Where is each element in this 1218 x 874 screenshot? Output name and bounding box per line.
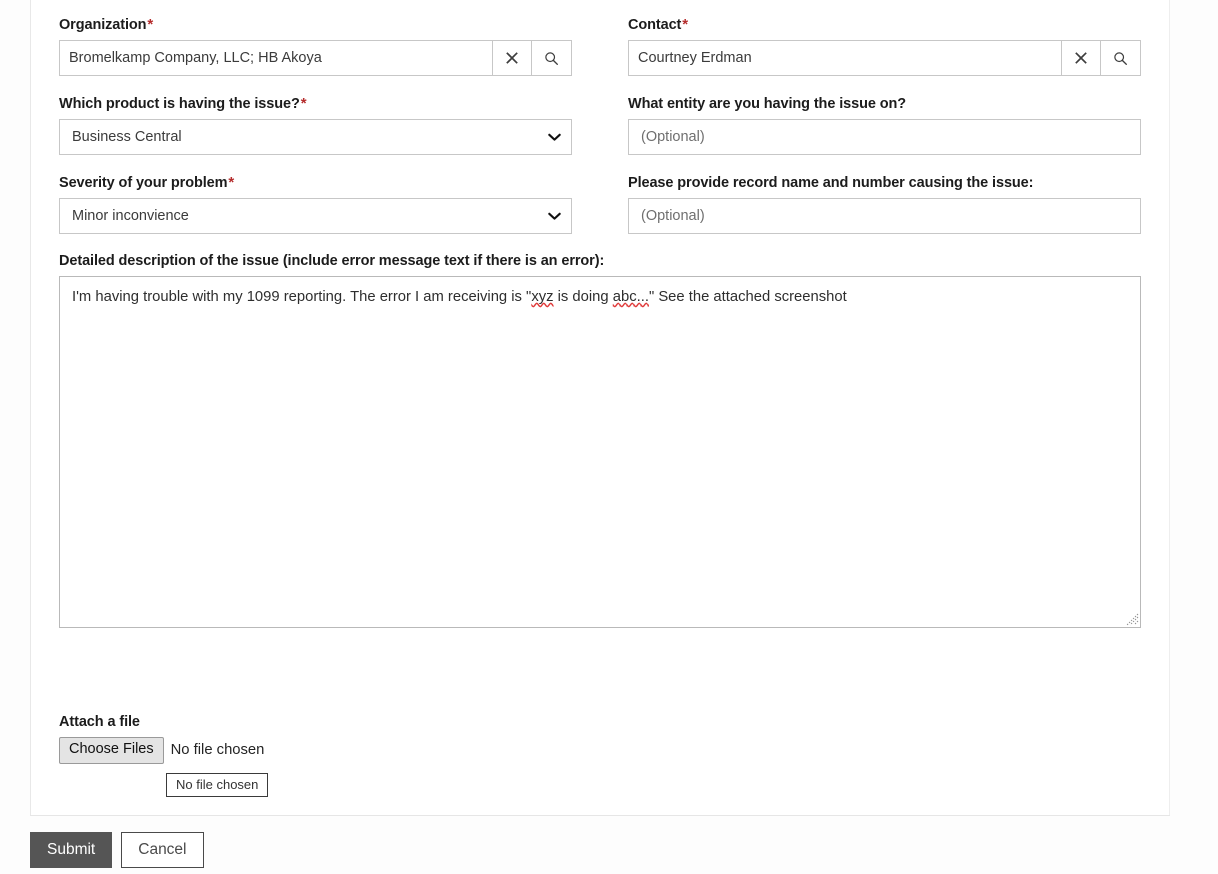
entity-input[interactable] <box>628 119 1141 155</box>
label-entity: What entity are you having the issue on? <box>628 95 1141 112</box>
field-record: Please provide record name and number ca… <box>628 174 1141 234</box>
organization-input[interactable] <box>59 40 492 76</box>
form-footer: Submit Cancel <box>30 815 1170 874</box>
contact-clear-button[interactable] <box>1061 40 1101 76</box>
required-indicator-entity <box>906 95 907 112</box>
field-severity: Severity of your problem* Minor inconvie… <box>59 174 572 234</box>
choose-files-button[interactable]: Choose Files <box>59 737 164 764</box>
required-indicator-product: * <box>300 95 307 112</box>
required-indicator-organization: * <box>147 16 154 33</box>
label-organization: Organization* <box>59 16 572 33</box>
label-organization-text: Organization <box>59 17 147 33</box>
organization-clear-button[interactable] <box>492 40 532 76</box>
label-attach-file: Attach a file <box>59 714 140 730</box>
contact-input[interactable] <box>628 40 1061 76</box>
label-contact-text: Contact <box>628 17 682 33</box>
label-entity-text: What entity are you having the issue on? <box>628 96 906 112</box>
file-input-line: Choose Files No file chosen <box>59 737 1141 764</box>
organization-search-button[interactable] <box>532 40 572 76</box>
label-description-text: Detailed description of the issue (inclu… <box>59 253 605 269</box>
severity-select[interactable]: Minor inconvience <box>59 198 572 234</box>
submit-button[interactable]: Submit <box>30 832 113 869</box>
contact-search-button[interactable] <box>1101 40 1141 76</box>
file-status-tooltip: No file chosen <box>166 772 269 797</box>
form-body: Organization* Bromelkamp Company, LLC; H… <box>31 0 1169 797</box>
label-severity-text: Severity of your problem <box>59 175 228 191</box>
description-textarea[interactable]: I'm having trouble with my 1099 reportin… <box>59 276 1141 628</box>
label-record-text: Please provide record name and number ca… <box>628 175 1034 191</box>
magnifier-icon <box>1113 51 1128 66</box>
file-status-text: No file chosen <box>170 742 265 759</box>
description-misspelled-word-2: abc... <box>612 289 649 305</box>
product-select[interactable]: Business Central <box>59 119 572 155</box>
description-text-part-2: is doing <box>553 289 613 305</box>
close-x-icon <box>505 51 519 65</box>
form-row-description: Detailed description of the issue (inclu… <box>59 253 1141 628</box>
cancel-button[interactable]: Cancel <box>121 832 204 869</box>
record-input[interactable] <box>628 198 1141 234</box>
field-description: Detailed description of the issue (inclu… <box>59 253 1141 628</box>
field-organization: Organization* <box>59 16 572 76</box>
form-row-severity-record: Severity of your problem* Minor inconvie… <box>59 174 1141 234</box>
required-indicator-severity: * <box>228 174 235 191</box>
product-select-wrap: Business Central <box>59 119 572 155</box>
label-contact: Contact* <box>628 16 1141 33</box>
form-row-product-entity: Which product is having the issue?* Busi… <box>59 95 1141 155</box>
organization-lookup-group <box>59 40 572 76</box>
description-text-part-1: I'm having trouble with my 1099 reportin… <box>72 289 532 305</box>
label-product: Which product is having the issue?* <box>59 95 572 112</box>
form-row-organization-contact: Organization* Bromelkamp Company, LLC; H… <box>59 16 1141 76</box>
magnifier-icon <box>544 51 559 66</box>
close-x-icon <box>1074 51 1088 65</box>
label-description: Detailed description of the issue (inclu… <box>59 253 1141 269</box>
label-record: Please provide record name and number ca… <box>628 174 1141 191</box>
required-indicator-record <box>1033 174 1034 191</box>
label-severity: Severity of your problem* <box>59 174 572 191</box>
label-product-text: Which product is having the issue? <box>59 96 300 112</box>
attachment-section: Attach a file Choose Files No file chose… <box>59 714 1141 797</box>
description-textarea-wrap: I'm having trouble with my 1099 reportin… <box>59 276 1141 628</box>
field-contact: Contact* <box>628 16 1141 76</box>
support-request-form-panel: Organization* Bromelkamp Company, LLC; H… <box>30 0 1170 815</box>
severity-select-wrap: Minor inconvience <box>59 198 572 234</box>
required-indicator-contact: * <box>682 16 689 33</box>
field-product: Which product is having the issue?* Busi… <box>59 95 572 155</box>
description-misspelled-word-1: xyz <box>531 289 554 305</box>
field-entity: What entity are you having the issue on? <box>628 95 1141 155</box>
description-text-part-3: " See the attached screenshot <box>648 289 847 305</box>
contact-lookup-group <box>628 40 1141 76</box>
footer-actions: Submit Cancel <box>30 816 1170 869</box>
